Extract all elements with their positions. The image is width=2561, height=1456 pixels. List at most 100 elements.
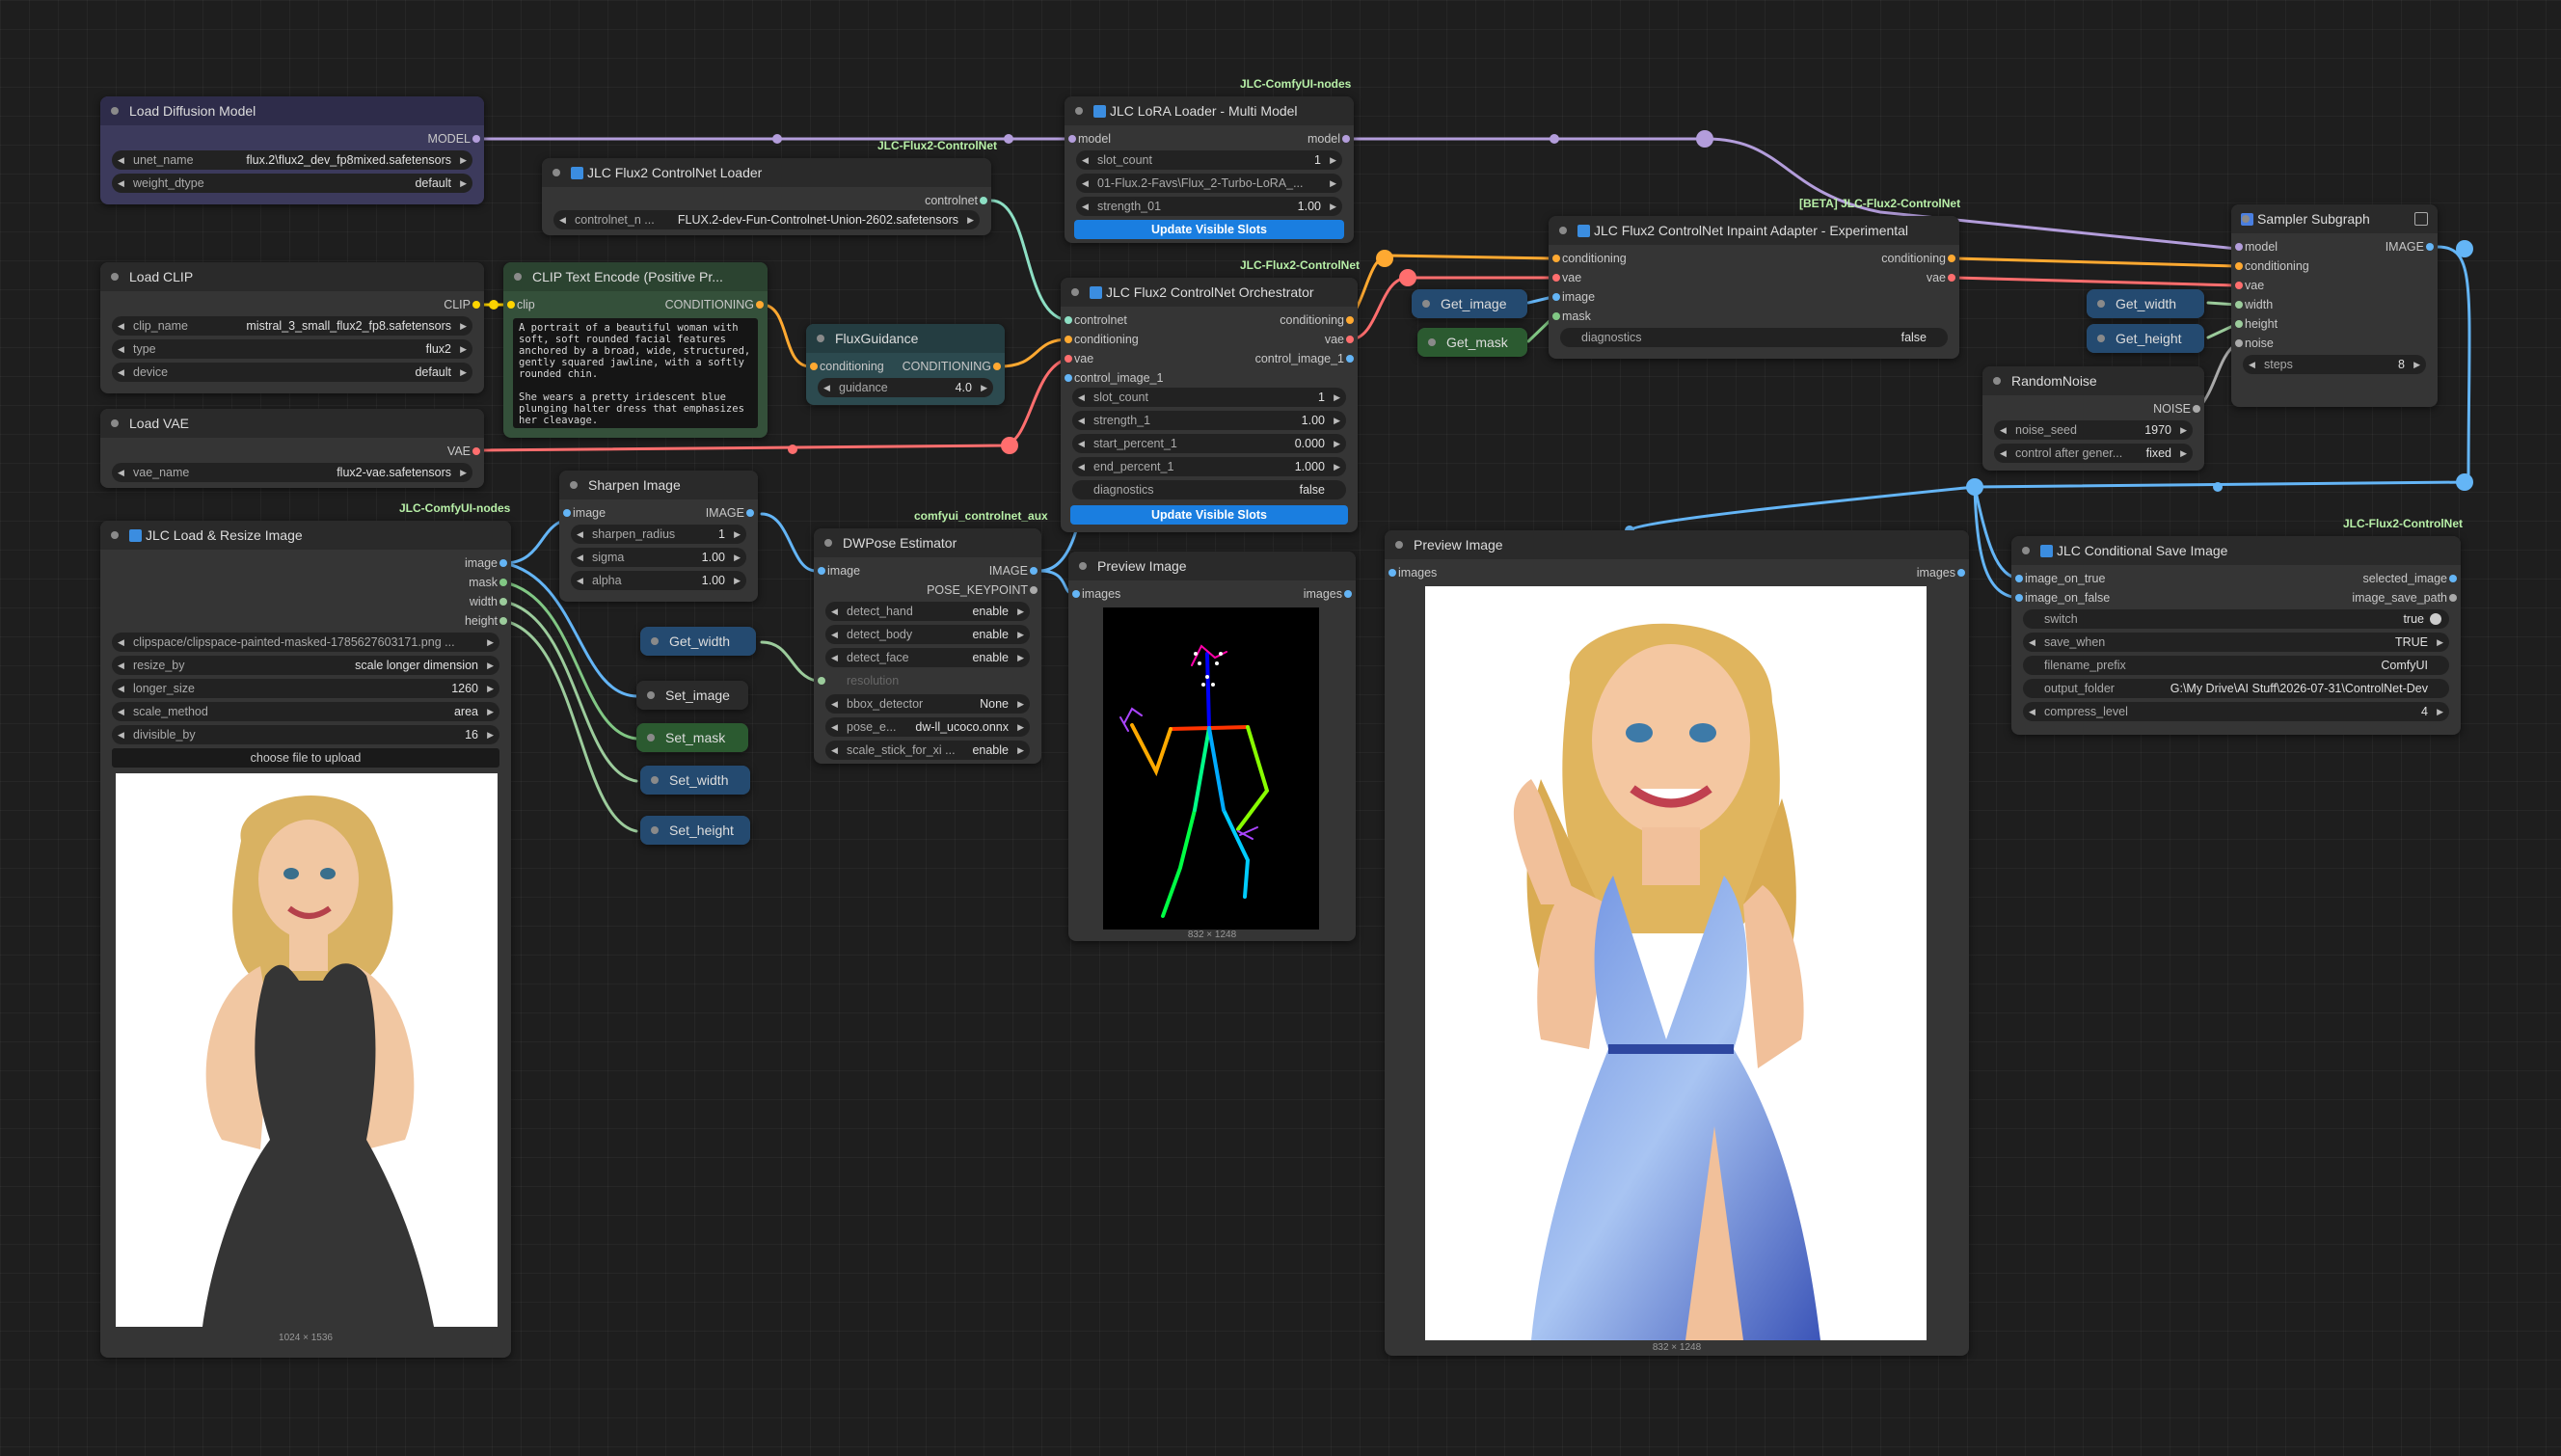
node-set-width[interactable]: Set_width	[640, 766, 750, 795]
input-clip[interactable]: clip	[507, 295, 535, 314]
vae-socket[interactable]	[2235, 282, 2243, 289]
node-preview-image-result[interactable]: Preview Image images images 832 × 1248	[1385, 530, 1969, 1356]
node-title[interactable]: FluxGuidance	[806, 324, 1005, 353]
image-socket[interactable]	[2015, 575, 2023, 582]
node-set-mask[interactable]: Set_mask	[636, 723, 748, 752]
conditioning-socket[interactable]	[756, 301, 764, 309]
widget-diagnostics[interactable]: diagnostics false	[1560, 328, 1948, 347]
node-title[interactable]: Load VAE	[100, 409, 484, 438]
node-title[interactable]: JLC Flux2 ControlNet Inpaint Adapter - E…	[1549, 216, 1959, 245]
node-set-height[interactable]: Set_height	[640, 816, 750, 845]
controlnet-socket[interactable]	[980, 197, 987, 204]
vae-socket[interactable]	[1948, 274, 1955, 282]
widget-unet-name[interactable]: unet_name flux.2\flux2_dev_fp8mixed.safet…	[112, 150, 472, 170]
node-load-resize-image[interactable]: JLC Load & Resize Image image mask width…	[100, 521, 511, 1358]
node-preview-image-pose[interactable]: Preview Image images images 832 × 1248	[1068, 552, 1356, 941]
widget-steps[interactable]: steps 8	[2243, 355, 2426, 374]
image-socket[interactable]	[1030, 567, 1038, 575]
vae-socket[interactable]	[472, 447, 480, 455]
image-socket[interactable]	[818, 567, 825, 575]
output-image[interactable]: image	[465, 553, 507, 573]
noise-socket[interactable]	[2235, 339, 2243, 347]
node-title[interactable]: Load CLIP	[100, 262, 484, 291]
expand-icon[interactable]	[2414, 212, 2428, 226]
image-socket[interactable]	[1346, 355, 1354, 363]
output-selected-image[interactable]: selected_image	[2362, 569, 2457, 588]
output-control-image[interactable]: control_image_1	[1255, 349, 1354, 368]
node-lora-loader[interactable]: JLC LoRA Loader - Multi Model model mode…	[1065, 96, 1354, 243]
node-title[interactable]: JLC Load & Resize Image	[100, 521, 511, 550]
node-title[interactable]: Set_height	[640, 816, 750, 845]
input-images[interactable]: images	[1072, 584, 1120, 604]
widget-diagnostics[interactable]: diagnostics false	[1072, 480, 1346, 499]
widget-save-when[interactable]: save_when TRUE	[2023, 633, 2449, 652]
input-conditioning[interactable]: conditioning	[2235, 256, 2309, 276]
input-images[interactable]: images	[1388, 563, 1437, 582]
widget-detect-hand[interactable]: detect_hand enable	[825, 602, 1030, 621]
node-clip-text-encode[interactable]: CLIP Text Encode (Positive Pr... clip CO…	[503, 262, 768, 438]
widget-slot-count[interactable]: slot_count 1	[1076, 150, 1342, 170]
widget-slot-count[interactable]: slot_count 1	[1072, 388, 1346, 407]
widget-sigma[interactable]: sigma 1.00	[571, 548, 746, 567]
node-title[interactable]: JLC LoRA Loader - Multi Model	[1065, 96, 1354, 125]
conditioning-socket[interactable]	[1552, 255, 1560, 262]
widget-resize-by[interactable]: resize_by scale longer dimension	[112, 656, 499, 675]
node-title[interactable]: Get_width	[2087, 289, 2204, 318]
output-width[interactable]: width	[470, 592, 507, 611]
widget-end-percent[interactable]: end_percent_1 1.000	[1072, 457, 1346, 476]
node-get-image[interactable]: Get_image	[1412, 289, 1527, 318]
conditioning-socket[interactable]	[993, 363, 1001, 370]
node-controlnet-orchestrator[interactable]: JLC Flux2 ControlNet Orchestrator contro…	[1061, 278, 1358, 532]
vae-socket[interactable]	[1346, 336, 1354, 343]
widget-divisible-by[interactable]: divisible_by 16	[112, 725, 499, 744]
widget-detect-body[interactable]: detect_body enable	[825, 625, 1030, 644]
output-images[interactable]: images	[1304, 584, 1352, 604]
input-model[interactable]: model	[1068, 129, 1111, 148]
image-socket[interactable]	[563, 509, 571, 517]
image-socket[interactable]	[1552, 293, 1560, 301]
mask-socket[interactable]	[1552, 312, 1560, 320]
output-clip[interactable]: CLIP	[444, 295, 480, 314]
vae-socket[interactable]	[1065, 355, 1072, 363]
model-socket[interactable]	[2235, 243, 2243, 251]
pose-socket[interactable]	[1030, 586, 1038, 594]
input-controlnet[interactable]: controlnet	[1065, 310, 1127, 330]
prompt-textarea[interactable]: A portrait of a beautiful woman with sof…	[513, 318, 758, 428]
node-get-width[interactable]: Get_width	[2087, 289, 2204, 318]
input-mask[interactable]: mask	[1552, 307, 1591, 326]
widget-switch[interactable]: switch true	[2023, 609, 2449, 629]
node-title[interactable]: DWPose Estimator	[814, 528, 1041, 557]
widget-alpha[interactable]: alpha 1.00	[571, 571, 746, 590]
node-title[interactable]: Set_image	[636, 681, 748, 710]
node-title[interactable]: Preview Image	[1068, 552, 1356, 580]
node-load-clip[interactable]: Load CLIP CLIP clip_name mistral_3_small_…	[100, 262, 484, 393]
node-sampler-subgraph[interactable]: Sampler Subgraph IMAGE model conditionin…	[2231, 204, 2438, 407]
switch-toggle[interactable]	[2430, 613, 2441, 625]
input-image-on-true[interactable]: image_on_true	[2015, 569, 2105, 588]
output-image-save-path[interactable]: image_save_path	[2352, 588, 2457, 607]
node-inpaint-adapter[interactable]: JLC Flux2 ControlNet Inpaint Adapter - E…	[1549, 216, 1959, 359]
clip-socket[interactable]	[507, 301, 515, 309]
widget-compress-level[interactable]: compress_level 4	[2023, 702, 2449, 721]
widget-lora-name[interactable]: 01-Flux.2-Favs\Flux_2-Turbo-LoRA_...	[1076, 174, 1342, 193]
widget-scale-stick[interactable]: scale_stick_for_xi ... enable	[825, 741, 1030, 760]
widget-output-folder[interactable]: output_folder G:\My Drive\AI Stuff\2026-0…	[2023, 679, 2449, 698]
output-model[interactable]: MODEL	[428, 129, 480, 148]
widget-start-percent[interactable]: start_percent_1 0.000	[1072, 434, 1346, 453]
widget-type[interactable]: type flux2	[112, 339, 472, 359]
widget-bbox-detector[interactable]: bbox_detector None	[825, 694, 1030, 714]
node-load-vae[interactable]: Load VAE VAE vae_name flux2-vae.safetenso…	[100, 409, 484, 488]
string-socket[interactable]	[2449, 594, 2457, 602]
clip-socket[interactable]	[472, 301, 480, 309]
widget-control-after-generate[interactable]: control after gener... fixed	[1994, 444, 2193, 463]
node-title[interactable]: CLIP Text Encode (Positive Pr...	[503, 262, 768, 291]
image-socket[interactable]	[1957, 569, 1965, 577]
input-image[interactable]: image	[818, 561, 860, 580]
input-image-on-false[interactable]: image_on_false	[2015, 588, 2110, 607]
widget-sharpen-radius[interactable]: sharpen_radius 1	[571, 525, 746, 544]
node-title[interactable]: Get_image	[1412, 289, 1527, 318]
node-title[interactable]: Get_mask	[1417, 328, 1527, 357]
update-visible-slots-button[interactable]: Update Visible Slots	[1074, 220, 1344, 239]
image-socket[interactable]	[2015, 594, 2023, 602]
output-vae[interactable]: vae	[1325, 330, 1354, 349]
